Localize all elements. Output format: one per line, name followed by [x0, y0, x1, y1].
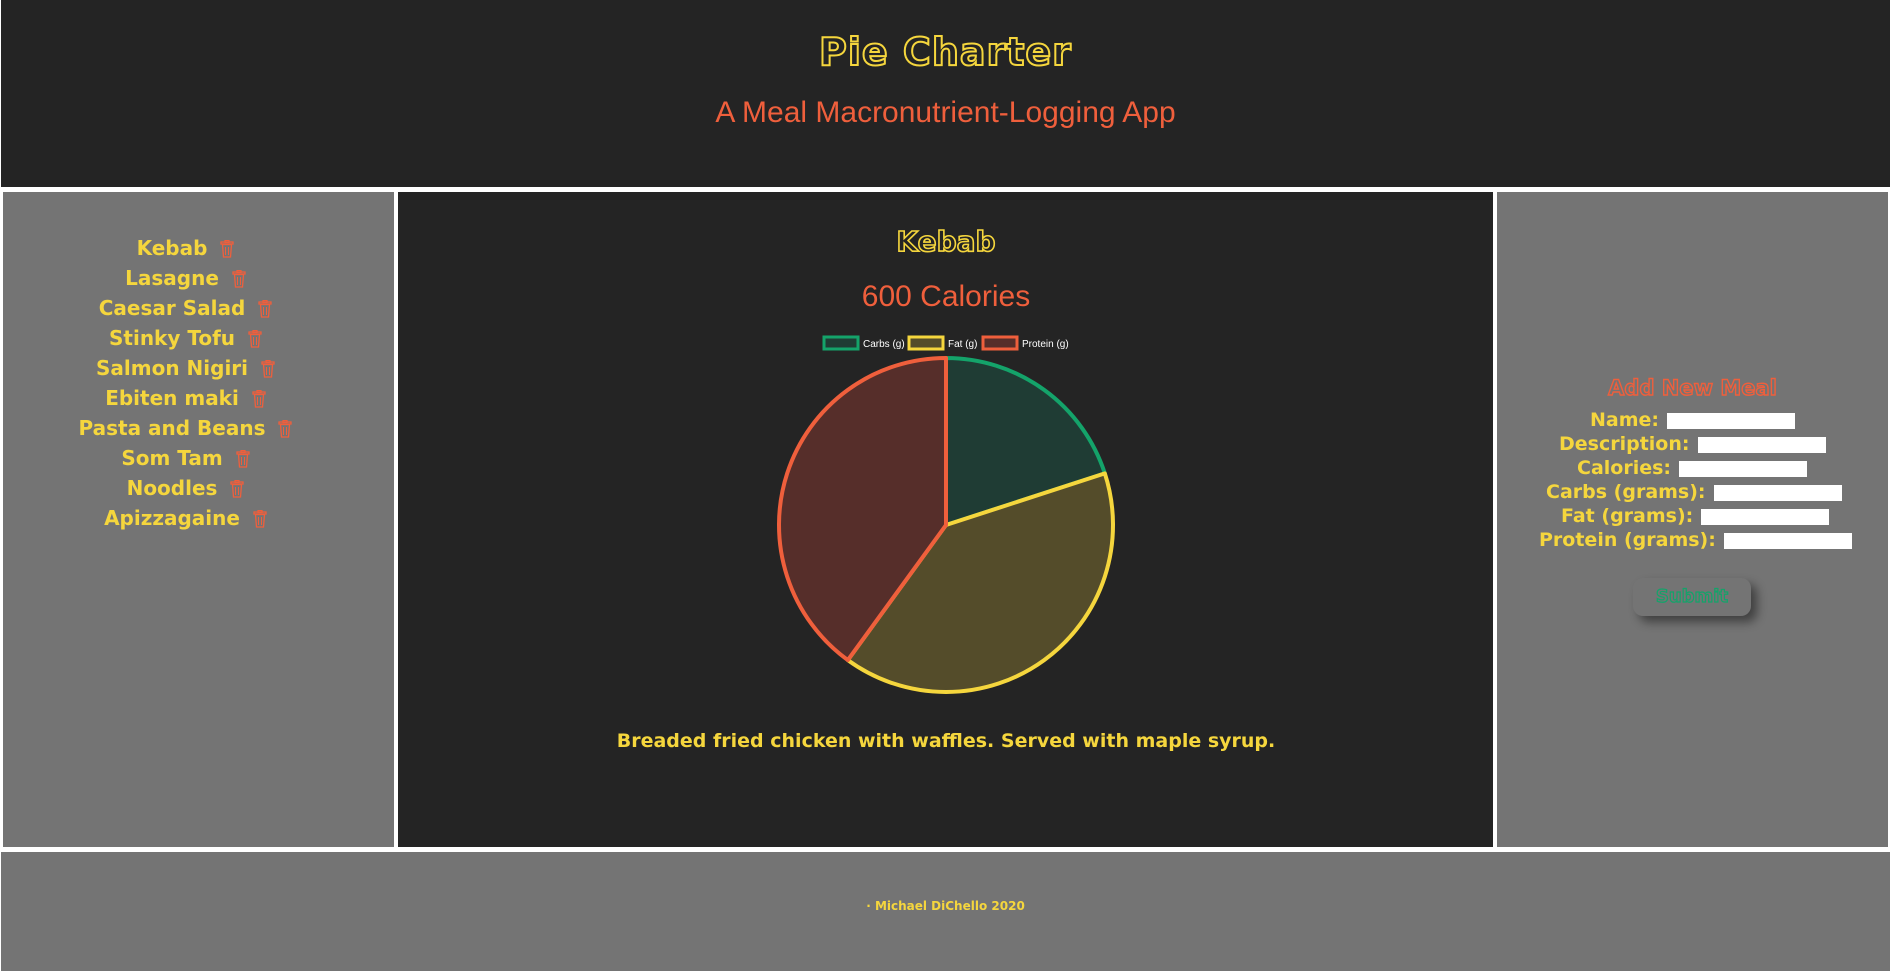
form-row-protein: Protein (grams): — [1539, 528, 1852, 552]
chart-legend: Carbs (g) Fat (g) Protein (g) — [822, 335, 1069, 351]
legend-label[interactable]: Protein (g) — [1022, 339, 1069, 350]
carbs-field[interactable] — [1713, 484, 1842, 501]
protein-field[interactable] — [1723, 532, 1852, 549]
form-row-description: Description: — [1559, 432, 1826, 456]
submit-button[interactable]: Submit — [1633, 578, 1751, 616]
form-row-carbs: Carbs (grams): — [1546, 480, 1842, 504]
footer-copyright: · Michael DiChello 2020 — [866, 899, 1025, 913]
name-field[interactable] — [1667, 412, 1796, 429]
protein-label: Protein (grams): — [1539, 529, 1716, 551]
pie-slices — [777, 356, 1115, 694]
form-row-fat: Fat (grams): — [1561, 504, 1830, 528]
description-label: Description: — [1559, 433, 1690, 455]
carbs-label: Carbs (grams): — [1546, 481, 1706, 503]
calories-label: Calories: — [1577, 457, 1672, 479]
fat-label: Fat (grams): — [1561, 505, 1694, 527]
description-field[interactable] — [1697, 436, 1826, 453]
fat-field[interactable] — [1701, 508, 1830, 525]
legend-swatch[interactable] — [907, 335, 945, 351]
legend-label[interactable]: Fat (g) — [948, 339, 977, 350]
legend-swatch[interactable] — [822, 335, 860, 351]
form-row-name: Name: — [1590, 408, 1796, 432]
calories-field[interactable] — [1679, 460, 1808, 477]
add-meal-form-title: Add New Meal — [1607, 375, 1777, 400]
app-footer: · Michael DiChello 2020 — [1, 852, 1890, 971]
legend-label[interactable]: Carbs (g) — [863, 339, 905, 350]
form-row-calories: Calories: — [1577, 456, 1808, 480]
legend-swatch[interactable] — [981, 335, 1019, 351]
name-label: Name: — [1590, 409, 1660, 431]
